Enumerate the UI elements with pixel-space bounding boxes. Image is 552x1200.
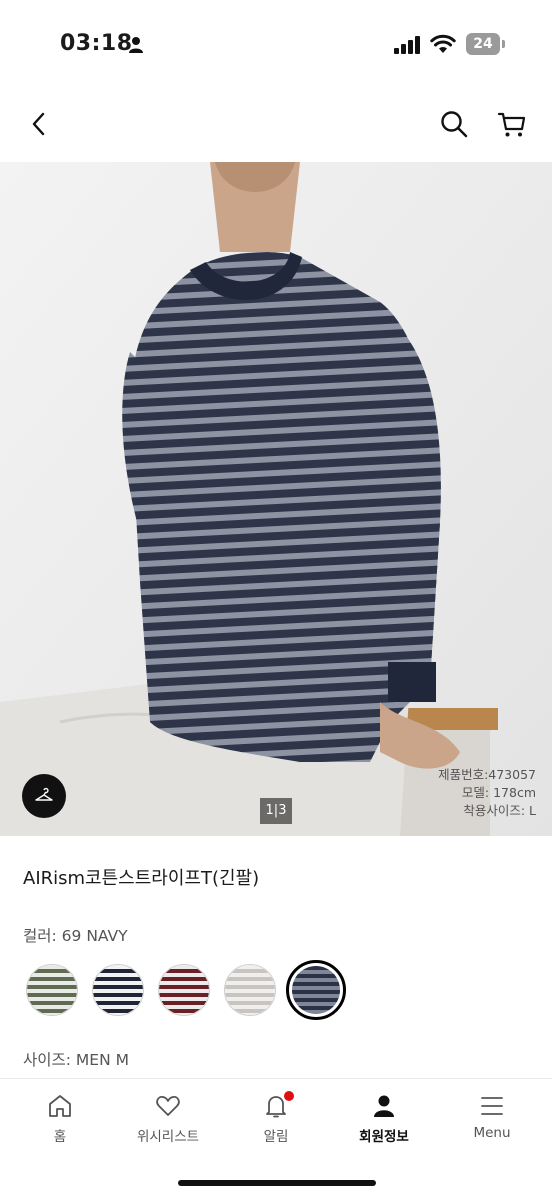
home-icon — [49, 1095, 71, 1117]
nav-item-menu[interactable]: Menu — [442, 1093, 542, 1141]
nav-label-notifications: 알림 — [263, 1129, 289, 1145]
chevron-left-icon — [32, 112, 45, 136]
product-photo — [0, 162, 552, 836]
color-swatch-navy-selected[interactable] — [286, 960, 346, 1020]
nav-label-wishlist: 위시리스트 — [136, 1129, 200, 1145]
nav-label-member-info: 회원정보 — [359, 1129, 409, 1145]
nav-label-menu: Menu — [473, 1125, 511, 1141]
color-swatch-beige[interactable] — [224, 964, 276, 1016]
nav-item-notifications[interactable]: 알림 — [226, 1091, 326, 1145]
hanger-button[interactable] — [22, 774, 66, 818]
color-swatch-olive[interactable] — [26, 964, 78, 1016]
battery-level: 24 — [473, 36, 493, 52]
back-button[interactable] — [22, 106, 58, 142]
model-info-line: 모델: 178cm — [461, 785, 536, 800]
model-info-line: 제품번호:473057 — [438, 767, 536, 782]
color-swatch-white-wine[interactable] — [158, 964, 210, 1016]
nav-item-member-info[interactable]: 회원정보 — [334, 1093, 434, 1145]
app-header — [0, 90, 552, 162]
person-status-icon — [129, 37, 143, 53]
product-image-carousel[interactable]: 1|3 제품번호:473057 모델: 178cm 착용사이즈: L — [0, 162, 552, 836]
image-counter-current: 1 — [265, 803, 274, 818]
product-name: AIRism코튼스트라이프T(긴팔) — [23, 868, 260, 889]
nav-item-wishlist[interactable]: 위시리스트 — [118, 1093, 218, 1145]
battery-icon: 24 — [466, 33, 506, 55]
menu-icon — [481, 1097, 503, 1115]
nav-item-home[interactable]: 홈 — [10, 1093, 110, 1145]
color-swatch-white-navy[interactable] — [92, 964, 144, 1016]
cart-button[interactable] — [494, 106, 530, 142]
hanger-icon — [35, 787, 53, 801]
image-counter-total: 3 — [278, 803, 287, 818]
wifi-icon — [430, 34, 456, 53]
cart-icon — [497, 112, 526, 137]
color-label: 컬러: 69 NAVY — [23, 927, 128, 945]
person-icon — [374, 1095, 394, 1117]
model-info: 제품번호:473057 모델: 178cm 착용사이즈: L — [438, 766, 536, 820]
size-label: 사이즈: MEN M — [23, 1051, 129, 1069]
search-icon — [441, 111, 468, 138]
cellular-signal-icon — [394, 36, 420, 54]
heart-icon — [156, 1096, 180, 1116]
status-bar: 03:18 24 — [0, 0, 552, 90]
nav-label-home: 홈 — [53, 1129, 67, 1145]
home-indicator — [178, 1180, 376, 1186]
image-counter: 1|3 — [260, 798, 292, 824]
status-time: 03:18 — [60, 31, 133, 56]
search-button[interactable] — [436, 106, 472, 142]
notification-badge — [284, 1091, 294, 1101]
model-info-line: 착용사이즈: L — [463, 803, 536, 818]
